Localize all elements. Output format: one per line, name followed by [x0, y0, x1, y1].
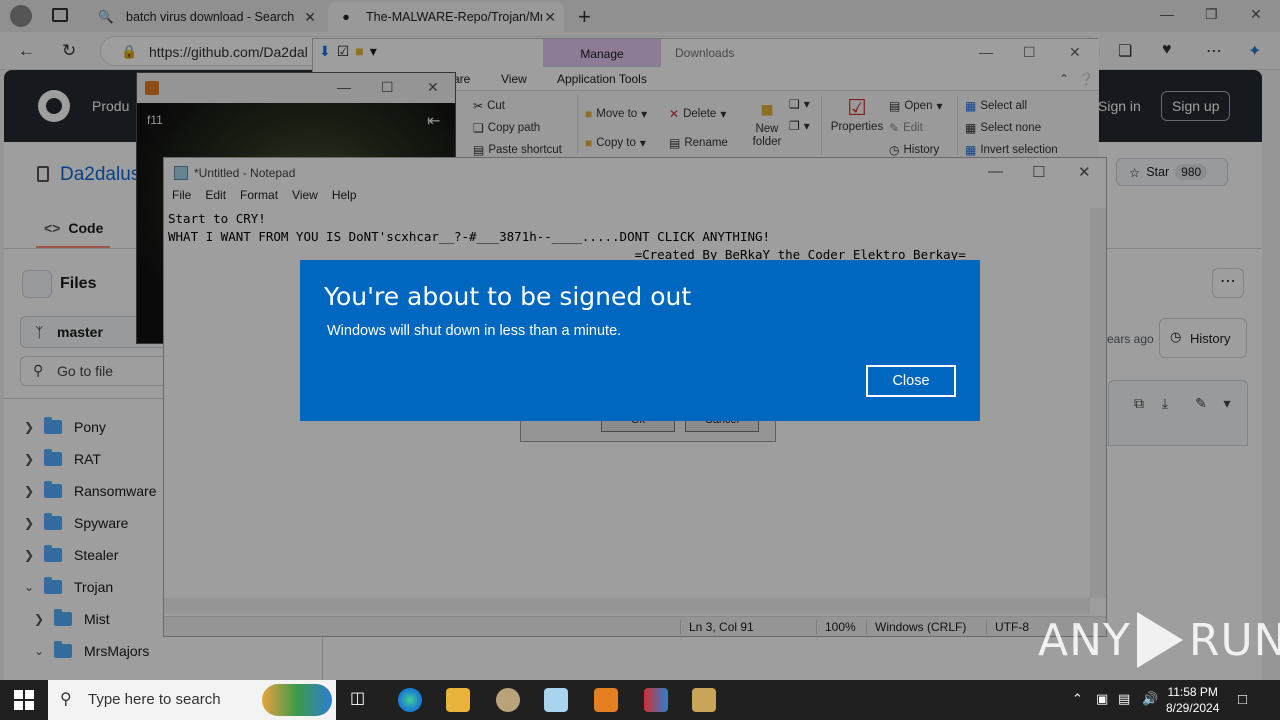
app-icon[interactable] — [644, 688, 668, 712]
taskbar: ⚲ Type here to search ◫ ⌃ ▣ ▤ 🔊 11:58 PM… — [0, 680, 1280, 720]
search-icon: ⚲ — [60, 691, 72, 708]
skull-app-icon[interactable] — [496, 688, 520, 712]
notification-icon[interactable]: □ — [1238, 691, 1247, 708]
clock[interactable]: 11:58 PM 8/29/2024 — [1166, 684, 1219, 716]
media-player-icon[interactable] — [594, 688, 618, 712]
dialog-title: You're about to be signed out — [324, 282, 692, 311]
device-icon[interactable]: ▣ — [1096, 691, 1108, 707]
keys-app-icon[interactable] — [692, 688, 716, 712]
file-explorer-icon[interactable] — [446, 688, 470, 712]
search-highlight-icon[interactable] — [262, 684, 332, 716]
notepad-icon[interactable] — [544, 688, 568, 712]
clock-time: 11:58 PM — [1167, 685, 1218, 699]
anyrun-watermark: ANY RUN — [1038, 612, 1280, 668]
chevron-up-icon[interactable]: ⌃ — [1072, 691, 1083, 707]
sign-out-dialog: You're about to be signed out Windows wi… — [300, 260, 980, 421]
windows-start-icon[interactable] — [14, 690, 34, 710]
volume-icon[interactable]: 🔊 — [1142, 691, 1158, 707]
dialog-message: Windows will shut down in less than a mi… — [327, 323, 622, 339]
task-view-icon[interactable]: ◫ — [350, 688, 374, 712]
search-placeholder: Type here to search — [88, 691, 221, 708]
play-icon — [1136, 612, 1183, 668]
network-icon[interactable]: ▤ — [1118, 691, 1130, 707]
close-button[interactable]: Close — [866, 365, 956, 397]
watermark-right: RUN — [1188, 614, 1280, 666]
edge-icon[interactable] — [398, 688, 422, 712]
watermark-left: ANY — [1038, 614, 1131, 666]
clock-date: 8/29/2024 — [1166, 701, 1220, 715]
